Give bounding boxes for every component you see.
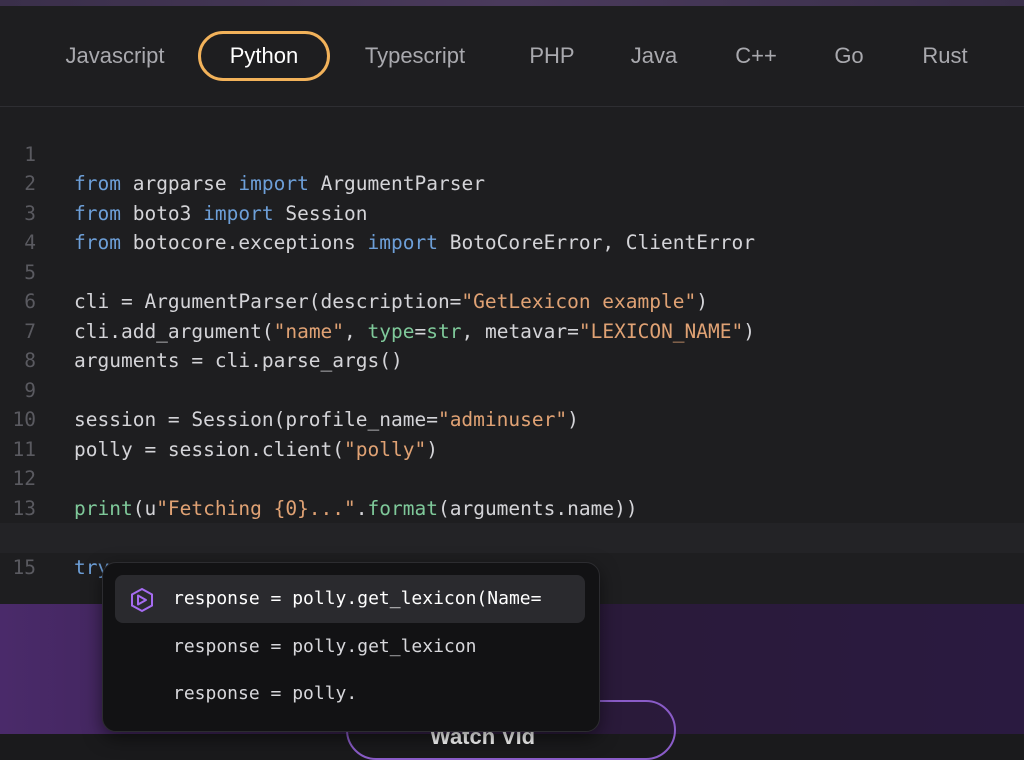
- code-line: 3 from botocore.exceptions import BotoCo…: [0, 169, 1024, 255]
- code-line: 10 polly = session.client("polly"): [0, 376, 1024, 461]
- code-line: 2 from boto3 import Session: [0, 140, 1024, 225]
- tab-cpp[interactable]: C++: [716, 31, 796, 81]
- tab-python[interactable]: Python: [198, 31, 330, 81]
- autocomplete-item[interactable]: response = polly.: [115, 670, 585, 718]
- autocomplete-item[interactable]: response = polly.get_lexicon(Name=: [115, 575, 585, 623]
- autocomplete-popup: response = polly.get_lexicon(Name= respo…: [102, 562, 600, 732]
- code-line: 13: [0, 464, 1024, 520]
- cube-icon: [131, 587, 153, 613]
- autocomplete-item[interactable]: response = polly.get_lexicon: [115, 623, 585, 671]
- tab-rust[interactable]: Rust: [904, 31, 986, 81]
- code-line: 8: [0, 317, 1024, 372]
- tab-go[interactable]: Go: [814, 31, 884, 81]
- tab-javascript[interactable]: Javascript: [48, 31, 182, 81]
- autocomplete-text: response = polly.get_lexicon: [173, 636, 477, 657]
- line-number: 15: [12, 555, 36, 579]
- language-tabs: Javascript Python Typescript PHP Java C+…: [0, 6, 1024, 107]
- code-line: 9 session = Session(profile_name="adminu…: [0, 346, 1024, 432]
- code-line: 11: [0, 405, 1024, 461]
- code-line: 1 from argparse import ArgumentParser: [0, 110, 1024, 196]
- code-line: 5 cli = ArgumentParser(description="GetL…: [0, 228, 1024, 314]
- code-line: 6 cli.add_argument("name", type=str, met…: [0, 258, 1024, 343]
- tab-java[interactable]: Java: [614, 31, 694, 81]
- code-line: 14 try:: [0, 494, 1024, 579]
- autocomplete-text: response = polly.: [173, 683, 358, 704]
- autocomplete-text: response = polly.get_lexicon(Name=: [173, 588, 542, 609]
- current-code-line[interactable]: 15 re: [0, 523, 1024, 610]
- tab-php[interactable]: PHP: [512, 31, 592, 81]
- code-line: 7 arguments = cli.parse_args(): [0, 287, 1024, 373]
- code-line: 12 print(u"Fetching {0}...".format(argum…: [0, 435, 1024, 520]
- code-line: 4: [0, 199, 1024, 254]
- tab-typescript[interactable]: Typescript: [346, 31, 484, 81]
